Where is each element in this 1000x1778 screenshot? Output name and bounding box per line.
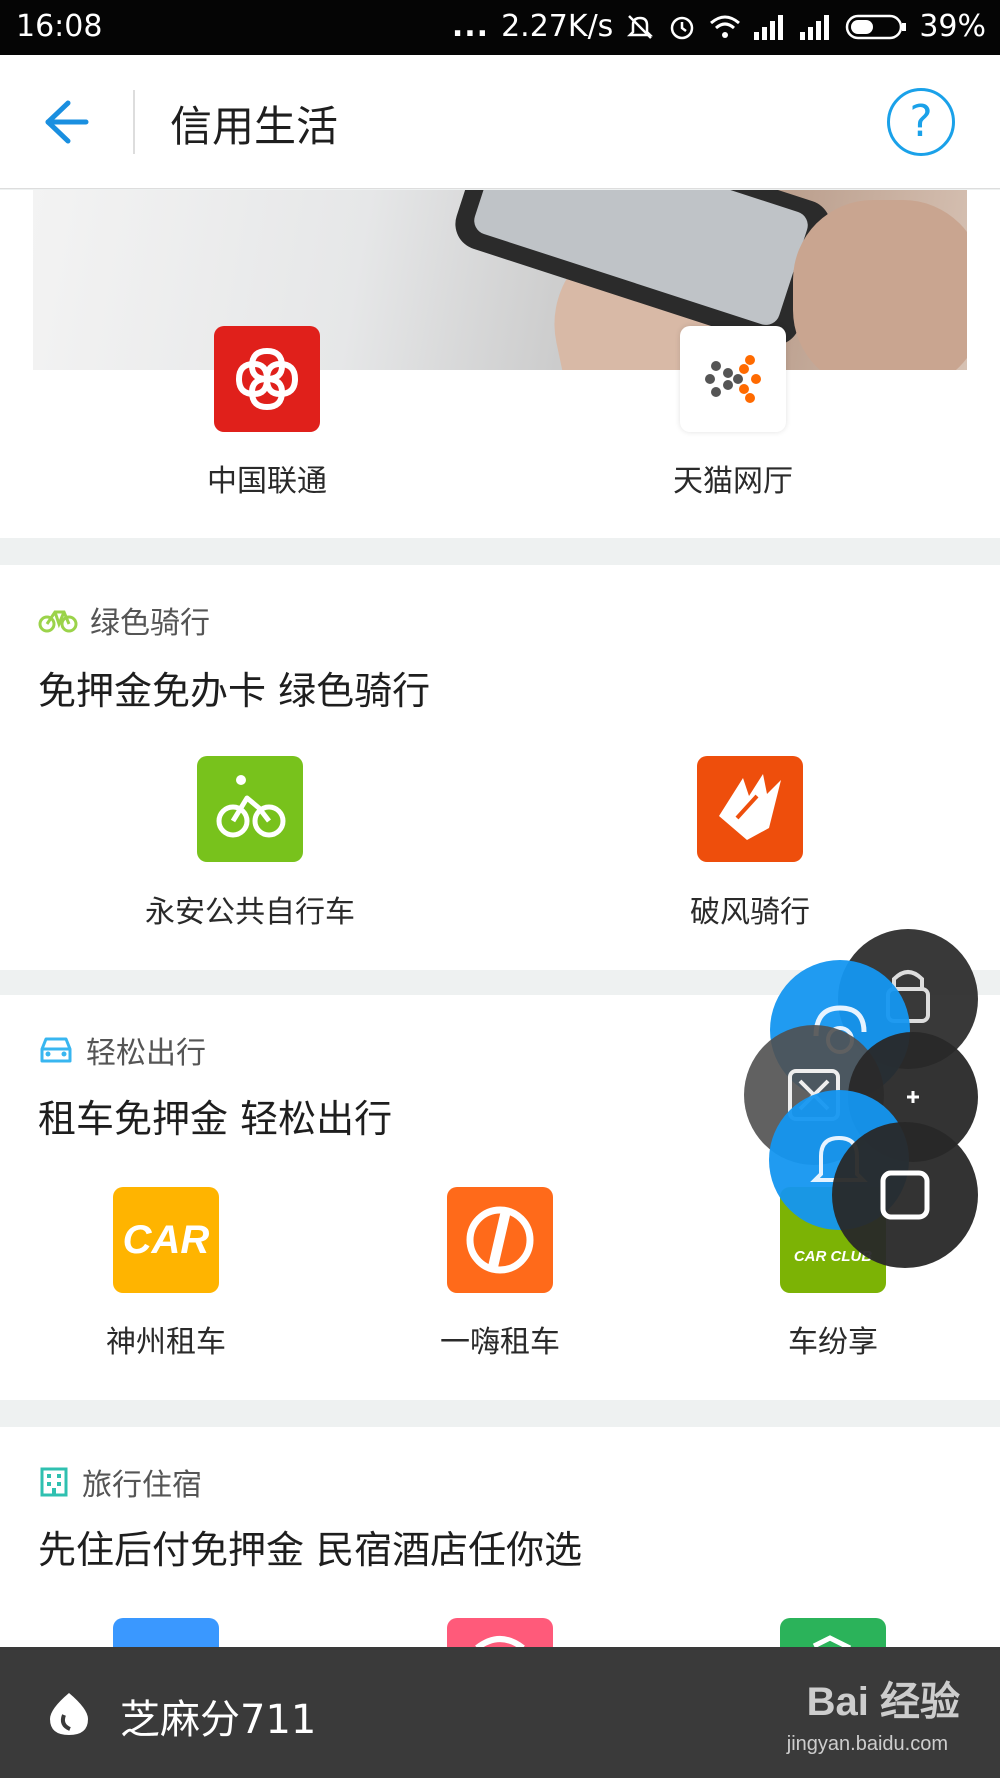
category-label: 轻松出行: [86, 1036, 206, 1071]
bicycle-app-icon: [197, 756, 303, 862]
app-label: 神州租车: [106, 1325, 226, 1360]
section-headline: 免押金免办卡 绿色骑行: [38, 669, 431, 713]
tmall-hall-icon: [680, 326, 786, 432]
page-title: 信用生活: [170, 102, 339, 151]
category-row: 轻松出行: [38, 1028, 206, 1072]
car-icon: [40, 1037, 72, 1063]
network-speed: 2.27K/s: [501, 9, 614, 44]
category-row: 绿色骑行: [38, 598, 210, 642]
battery-level: 39%: [919, 9, 986, 44]
sesame-score: 芝麻分711: [120, 1697, 317, 1743]
status-icons: ... 2.27K/s 39%: [452, 9, 986, 44]
back-arrow-icon: [45, 100, 89, 144]
section-headline: 先住后付免押金 民宿酒店任你选: [38, 1528, 583, 1572]
app-label: 天猫网厅: [673, 464, 793, 499]
more-dots-icon: ...: [451, 9, 490, 44]
baidu-watermark-url: jingyan.baidu.com: [786, 1733, 948, 1755]
baidu-watermark-logo: Bai 经验: [806, 1680, 960, 1724]
bicycle-icon: [38, 610, 78, 633]
banner-image[interactable]: [33, 190, 967, 370]
china-knot-icon: [235, 347, 299, 411]
alarm-icon: [671, 16, 694, 39]
category-row: 旅行住宿: [38, 1460, 202, 1504]
wifi-icon: [710, 15, 741, 38]
square-icon: [880, 1170, 930, 1220]
ehi-logo-icon: [466, 1206, 534, 1274]
app-label: 破风骑行: [690, 895, 810, 930]
pofeng-icon: [697, 756, 803, 862]
carrier-section: 中国联通 天猫网厅: [0, 190, 1000, 538]
signal-2-icon: [800, 14, 830, 40]
section-headline: 租车免押金 轻松出行: [38, 1097, 393, 1141]
floating-recent-apps-button[interactable]: [832, 1122, 978, 1268]
header: 信用生活 ?: [0, 55, 1000, 189]
category-label: 绿色骑行: [90, 606, 210, 641]
brush-stroke-icon: [719, 774, 781, 840]
sesame-score-bar[interactable]: 芝麻分711 Bai 经验 jingyan.baidu.com: [0, 1647, 1000, 1778]
ehi-icon: [447, 1187, 553, 1293]
app-label: 中国联通: [207, 464, 327, 499]
china-unicom-icon: [214, 326, 320, 432]
category-label: 旅行住宿: [82, 1468, 202, 1503]
help-button[interactable]: ?: [887, 88, 955, 156]
green-cycling-section: 绿色骑行 免押金免办卡 绿色骑行 永安公共自行车 破风骑行: [0, 565, 1000, 970]
app-label: 车纷享: [788, 1325, 878, 1360]
cyclist-icon: [216, 775, 286, 838]
car-logo-icon: CAR: [113, 1187, 219, 1293]
back-button[interactable]: [38, 95, 92, 149]
arrow-dots-icon: [705, 355, 761, 403]
sesame-drop-icon: [50, 1693, 88, 1735]
car-logo-text: CAR: [122, 1217, 210, 1262]
mute-icon: [627, 14, 654, 39]
status-time: 16:08: [16, 9, 103, 44]
app-label: 永安公共自行车: [145, 895, 355, 930]
banner-hand-shape-2: [793, 200, 967, 370]
help-icon: ?: [909, 96, 933, 147]
status-bar: 16:08 ... 2.27K/s 39%: [0, 0, 1000, 55]
building-icon: [40, 1467, 68, 1497]
signal-1-icon: [754, 14, 784, 40]
header-divider: [133, 90, 135, 154]
battery-icon: [846, 14, 907, 39]
app-label: 一嗨租车: [440, 1325, 560, 1360]
